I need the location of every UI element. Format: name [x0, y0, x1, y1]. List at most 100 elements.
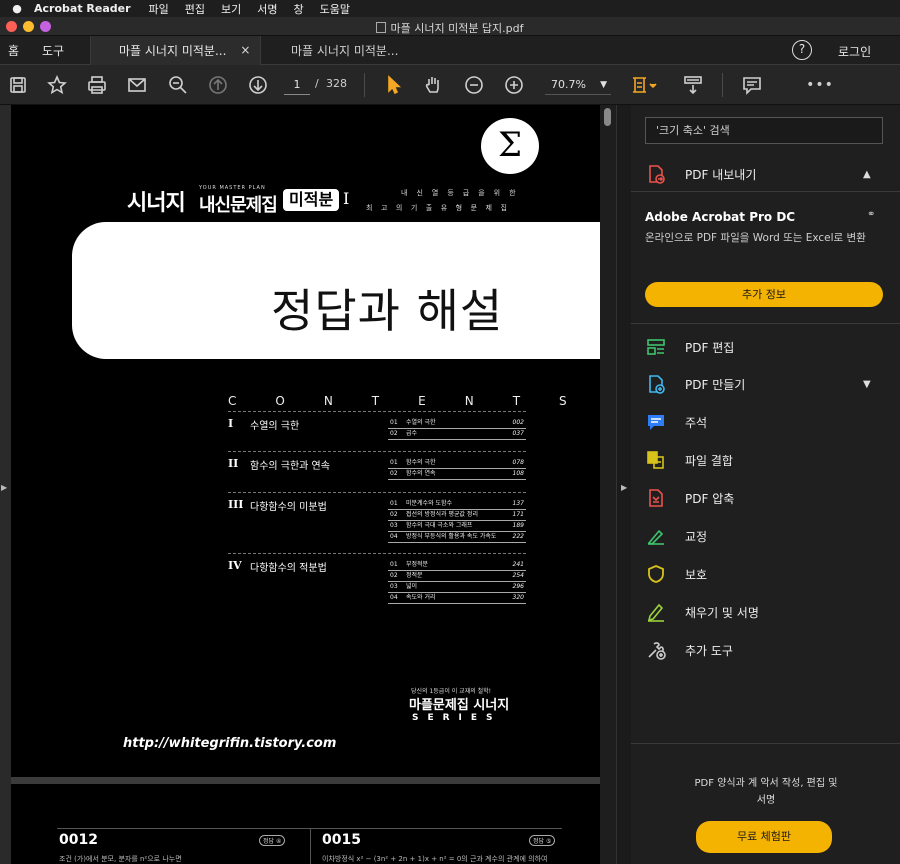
- tools-pane: '크기 축소' 검색 PDF 내보내기 ▲ Adobe Acrobat Pro …: [631, 105, 900, 864]
- panel-divider: [631, 743, 900, 744]
- save-icon[interactable]: [8, 74, 28, 96]
- promo-info-icon[interactable]: ⚭: [867, 209, 875, 220]
- fit-page-icon[interactable]: [630, 74, 660, 96]
- section-number: II: [228, 457, 239, 470]
- zoom-level-select[interactable]: 70.7% ▼: [545, 75, 611, 95]
- tool-compress-pdf[interactable]: PDF 압축: [645, 486, 734, 510]
- section-item[interactable]: 02 급수 037: [388, 429, 526, 440]
- zoom-out-icon[interactable]: [463, 74, 485, 96]
- tool-protect[interactable]: 보호: [645, 562, 707, 586]
- item-title: 넓이: [406, 583, 418, 590]
- vertical-scrollbar[interactable]: [600, 105, 616, 864]
- section-item[interactable]: 04 방정식 부등식의 활용과 속도 가속도 222: [388, 532, 526, 543]
- zoom-search-icon[interactable]: [167, 74, 189, 96]
- comment-icon[interactable]: [741, 74, 763, 96]
- tool-fill-sign[interactable]: 채우기 및 서명: [645, 600, 759, 624]
- page-up-icon[interactable]: [207, 74, 229, 96]
- menu-sign[interactable]: 서명: [257, 1, 277, 17]
- section-item[interactable]: 01 부정적분 241: [388, 560, 526, 571]
- export-pdf-icon: [645, 164, 667, 184]
- item-title: 접선의 방정식과 평균값 정리: [406, 511, 478, 518]
- close-tab-icon[interactable]: ×: [240, 43, 250, 57]
- expand-left-icon[interactable]: ▶: [1, 483, 7, 492]
- tab-document-inactive[interactable]: 마플 시너지 미적분...: [260, 35, 430, 65]
- menu-window[interactable]: 창: [294, 1, 304, 17]
- document-title: 정답과 해설: [271, 284, 504, 338]
- more-info-button[interactable]: 추가 정보: [645, 282, 883, 307]
- app-name-menu[interactable]: Acrobat Reader: [34, 2, 131, 15]
- answer-badge: 정답 ④: [259, 835, 286, 846]
- section-item-list: 01 미분계수와 도함수 137 02 접선의 방정식과 평균값 정리 171 03 함수…: [388, 499, 526, 543]
- tools-search-input[interactable]: '크기 축소' 검색: [645, 117, 883, 144]
- more-icon[interactable]: •••: [806, 74, 834, 96]
- tool-redact[interactable]: 교정: [645, 524, 707, 548]
- edit-pdf-icon: [645, 337, 667, 357]
- section-number: III: [228, 498, 244, 511]
- section-title: 다항함수의 미분법: [250, 502, 327, 513]
- page-down-icon[interactable]: [247, 74, 269, 96]
- contents-section: III 다항함수의 미분법 01 미분계수와 도함수 137 02 접선의 방정식과 …: [228, 492, 526, 543]
- tool-edit-pdf[interactable]: PDF 편집: [645, 335, 734, 359]
- section-item[interactable]: 01 수열의 극한 002: [388, 418, 526, 429]
- right-panel-splitter[interactable]: ▶: [616, 105, 631, 864]
- help-icon[interactable]: ?: [792, 40, 812, 60]
- section-item[interactable]: 01 함수의 극한 078: [388, 458, 526, 469]
- chevron-down-icon[interactable]: ▼: [863, 379, 871, 390]
- item-title: 급수: [406, 430, 418, 437]
- main-toolbar: 1 / 328 70.7% ▼ •••: [0, 65, 900, 105]
- tab-document-active[interactable]: 마플 시너지 미적분... ×: [90, 35, 260, 65]
- tool-label: PDF 편집: [685, 340, 735, 355]
- section-item[interactable]: 02 정적분 254: [388, 571, 526, 582]
- scroll-mode-icon[interactable]: [682, 74, 704, 96]
- left-panel-toggle[interactable]: ▶: [0, 105, 11, 864]
- section-item[interactable]: 04 속도와 거리 320: [388, 593, 526, 604]
- chevron-up-icon[interactable]: ▲: [863, 169, 871, 180]
- section-title: 수열의 극한: [250, 421, 300, 432]
- section-item[interactable]: 03 함수의 극대 극소와 그래프 189: [388, 521, 526, 532]
- item-page: 254: [512, 572, 524, 579]
- menu-help[interactable]: 도움말: [320, 1, 350, 17]
- page-number-input[interactable]: 1: [284, 75, 310, 95]
- menu-view[interactable]: 보기: [221, 1, 241, 17]
- document-viewer[interactable]: ▶ Σ 시너지 YOUR MASTER PLAN 내신문제집 미적분 I 내신열…: [0, 105, 616, 864]
- tab-tools[interactable]: 도구: [28, 42, 90, 59]
- section-item[interactable]: 01 미분계수와 도함수 137: [388, 499, 526, 510]
- tool-create-pdf[interactable]: PDF 만들기 ▼: [645, 372, 871, 396]
- tool-comment[interactable]: 주석: [645, 410, 707, 434]
- item-title: 함수의 연속: [406, 470, 436, 477]
- apple-icon[interactable]: ●: [0, 2, 34, 15]
- select-cursor-icon[interactable]: [383, 74, 405, 96]
- export-pdf-row[interactable]: PDF 내보내기 ▲: [645, 162, 871, 186]
- window-title-text: 마플 시너지 미적분 답지.pdf: [390, 22, 524, 35]
- hand-icon[interactable]: [422, 74, 444, 96]
- print-icon[interactable]: [86, 74, 108, 96]
- section-item[interactable]: 02 접선의 방정식과 평균값 정리 171: [388, 510, 526, 521]
- star-icon[interactable]: [46, 74, 68, 96]
- pdf-page-2: 0012 정답 ④ 조건 (가)에서 분모, 분자를 n²으로 나누면 0015…: [11, 784, 600, 864]
- login-button[interactable]: 로그인: [838, 43, 871, 60]
- collapse-right-panel-icon[interactable]: ▶: [621, 483, 627, 492]
- scrollbar-thumb[interactable]: [604, 108, 611, 126]
- tab-home[interactable]: 홈: [0, 42, 28, 59]
- tool-label: 파일 결합: [685, 453, 733, 468]
- page-total: 328: [326, 77, 347, 90]
- mail-icon[interactable]: [126, 74, 148, 96]
- create-pdf-icon: [645, 374, 667, 394]
- tool-label: 교정: [685, 529, 708, 544]
- protect-icon: [645, 564, 667, 584]
- item-number: 04: [390, 594, 398, 601]
- free-trial-button[interactable]: 무료 체험판: [696, 821, 832, 853]
- zoom-in-icon[interactable]: [503, 74, 525, 96]
- tool-combine-files[interactable]: 파일 결합: [645, 448, 733, 472]
- promo-description: 온라인으로 PDF 파일을 Word 또는 Excel로 변환: [645, 232, 866, 244]
- redact-icon: [645, 526, 667, 546]
- item-page: 241: [512, 561, 524, 568]
- contents-section: I 수열의 극한 01 수열의 극한 002 02 급수 037: [228, 411, 526, 440]
- section-number: I: [228, 417, 234, 430]
- menu-edit[interactable]: 편집: [185, 1, 205, 17]
- tab-document-label: 마플 시너지 미적분...: [119, 43, 227, 58]
- section-item[interactable]: 03 넓이 296: [388, 582, 526, 593]
- menu-file[interactable]: 파일: [149, 1, 169, 17]
- tool-more-tools[interactable]: 추가 도구: [645, 638, 733, 662]
- section-item[interactable]: 02 함수의 연속 108: [388, 469, 526, 480]
